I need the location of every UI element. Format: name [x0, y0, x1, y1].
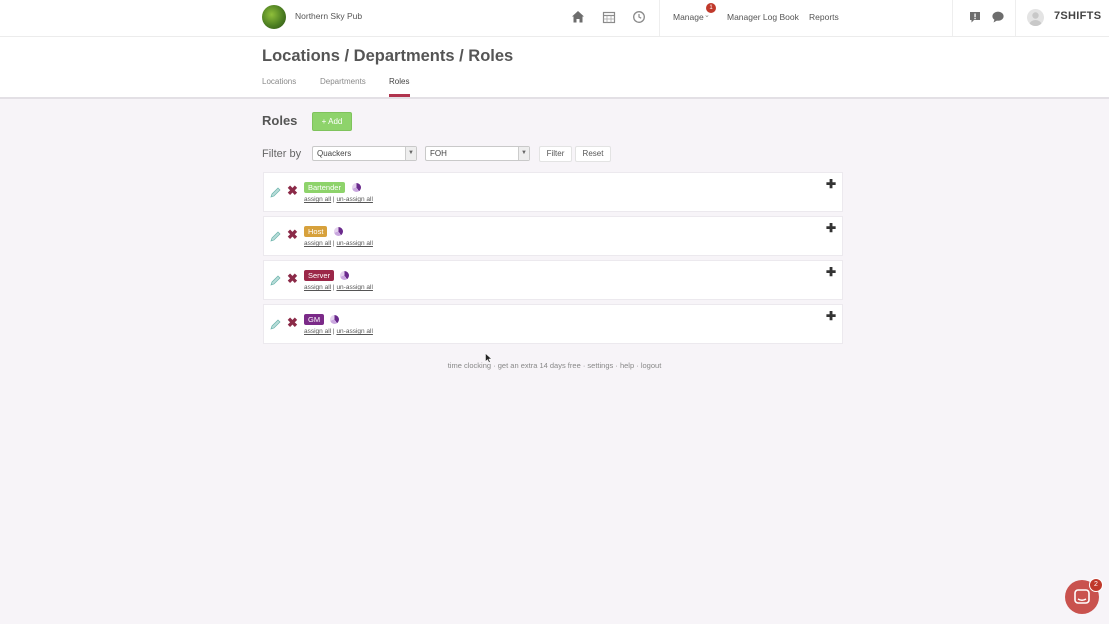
assign-all-link[interactable]: assign all: [304, 284, 331, 291]
role-chart-icon[interactable]: [340, 271, 349, 280]
filter-button[interactable]: Filter: [539, 146, 572, 162]
role-row: ✖ Server assign all | un-assign all ✚: [263, 260, 843, 300]
footer-links: time clocking · get an extra 14 days fre…: [0, 361, 1109, 370]
department-select-value: FOH: [430, 149, 447, 158]
role-chart-icon[interactable]: [352, 183, 361, 192]
assign-links: assign all | un-assign all: [304, 328, 373, 335]
unassign-all-link[interactable]: un-assign all: [336, 240, 373, 247]
nav-divider: [1015, 0, 1016, 36]
settings-link[interactable]: settings: [587, 361, 613, 370]
tab-departments[interactable]: Departments: [320, 77, 366, 86]
assign-all-link[interactable]: assign all: [304, 240, 331, 247]
role-row: ✖ GM assign all | un-assign all ✚: [263, 304, 843, 344]
assign-links: assign all | un-assign all: [304, 196, 373, 203]
add-role-button[interactable]: + Add: [312, 112, 352, 131]
page-header: Locations / Departments / Roles Location…: [0, 37, 1109, 99]
unassign-all-link[interactable]: un-assign all: [336, 328, 373, 335]
manager-log-book-link[interactable]: Manager Log Book: [727, 12, 799, 22]
active-tab-indicator: [389, 94, 410, 97]
reset-button[interactable]: Reset: [575, 146, 611, 162]
footer-separator: ·: [493, 361, 496, 370]
link-separator: |: [332, 284, 335, 291]
location-select[interactable]: Quackers ▼: [312, 146, 417, 161]
brand-logo[interactable]: 7SHIFTS: [1054, 10, 1101, 22]
edit-pencil-icon[interactable]: [270, 275, 281, 286]
move-handle-icon[interactable]: ✚: [826, 266, 836, 278]
department-select[interactable]: FOH ▼: [425, 146, 530, 161]
tab-locations[interactable]: Locations: [262, 77, 296, 86]
role-name-badge: GM: [304, 314, 325, 325]
dropdown-arrow-icon[interactable]: ▼: [405, 147, 416, 160]
assign-all-link[interactable]: assign all: [304, 196, 331, 203]
reports-link[interactable]: Reports: [809, 12, 839, 22]
role-chart-icon[interactable]: [334, 227, 343, 236]
link-separator: |: [332, 196, 335, 203]
location-select-value: Quackers: [317, 149, 352, 158]
announcement-icon[interactable]: [968, 10, 982, 24]
dropdown-arrow-icon[interactable]: ▼: [518, 147, 529, 160]
section-title: Roles: [262, 113, 298, 128]
chat-icon[interactable]: [991, 10, 1005, 24]
nav-divider: [659, 0, 660, 36]
role-name-badge: Host: [304, 226, 328, 237]
tab-roles[interactable]: Roles: [389, 77, 409, 86]
unassign-all-link[interactable]: un-assign all: [336, 196, 373, 203]
delete-icon[interactable]: ✖: [287, 272, 298, 285]
move-handle-icon[interactable]: ✚: [826, 310, 836, 322]
company-logo[interactable]: [262, 5, 286, 29]
unassign-all-link[interactable]: un-assign all: [336, 284, 373, 291]
edit-pencil-icon[interactable]: [270, 187, 281, 198]
role-name-badge: Server: [304, 270, 335, 281]
delete-icon[interactable]: ✖: [287, 228, 298, 241]
delete-icon[interactable]: ✖: [287, 184, 298, 197]
page-title: Locations / Departments / Roles: [262, 47, 514, 65]
company-name[interactable]: Northern Sky Pub: [295, 11, 362, 21]
footer-separator: ·: [615, 361, 618, 370]
role-name-badge: Bartender: [304, 182, 345, 193]
assign-links: assign all | un-assign all: [304, 240, 373, 247]
footer-separator: ·: [582, 361, 586, 370]
home-icon[interactable]: [571, 10, 585, 24]
calendar-icon[interactable]: [602, 10, 616, 24]
assign-links: assign all | un-assign all: [304, 284, 373, 291]
top-navbar: Northern Sky Pub Manage ⌄ 1 Manager Log …: [0, 0, 1109, 37]
chat-notification-badge: 2: [1089, 578, 1103, 592]
edit-pencil-icon[interactable]: [270, 231, 281, 242]
manage-menu[interactable]: Manage: [673, 12, 704, 22]
mouse-cursor-icon: [485, 353, 492, 363]
clock-icon[interactable]: [632, 10, 646, 24]
footer-separator: ·: [636, 361, 639, 370]
nav-divider: [952, 0, 953, 36]
trial-extension-link[interactable]: get an extra 14 days free: [498, 361, 581, 370]
link-separator: |: [332, 240, 335, 247]
move-handle-icon[interactable]: ✚: [826, 178, 836, 190]
assign-all-link[interactable]: assign all: [304, 328, 331, 335]
filter-by-label: Filter by: [262, 148, 302, 160]
edit-pencil-icon[interactable]: [270, 319, 281, 330]
role-row: ✖ Host assign all | un-assign all ✚: [263, 216, 843, 256]
help-link[interactable]: help: [620, 361, 634, 370]
user-avatar[interactable]: [1027, 9, 1044, 26]
link-separator: |: [332, 328, 335, 335]
logout-link[interactable]: logout: [641, 361, 661, 370]
role-chart-icon[interactable]: [330, 315, 339, 324]
delete-icon[interactable]: ✖: [287, 316, 298, 329]
manage-notification-badge: 1: [706, 3, 716, 13]
move-handle-icon[interactable]: ✚: [826, 222, 836, 234]
role-row: ✖ Bartender assign all | un-assign all ✚: [263, 172, 843, 212]
